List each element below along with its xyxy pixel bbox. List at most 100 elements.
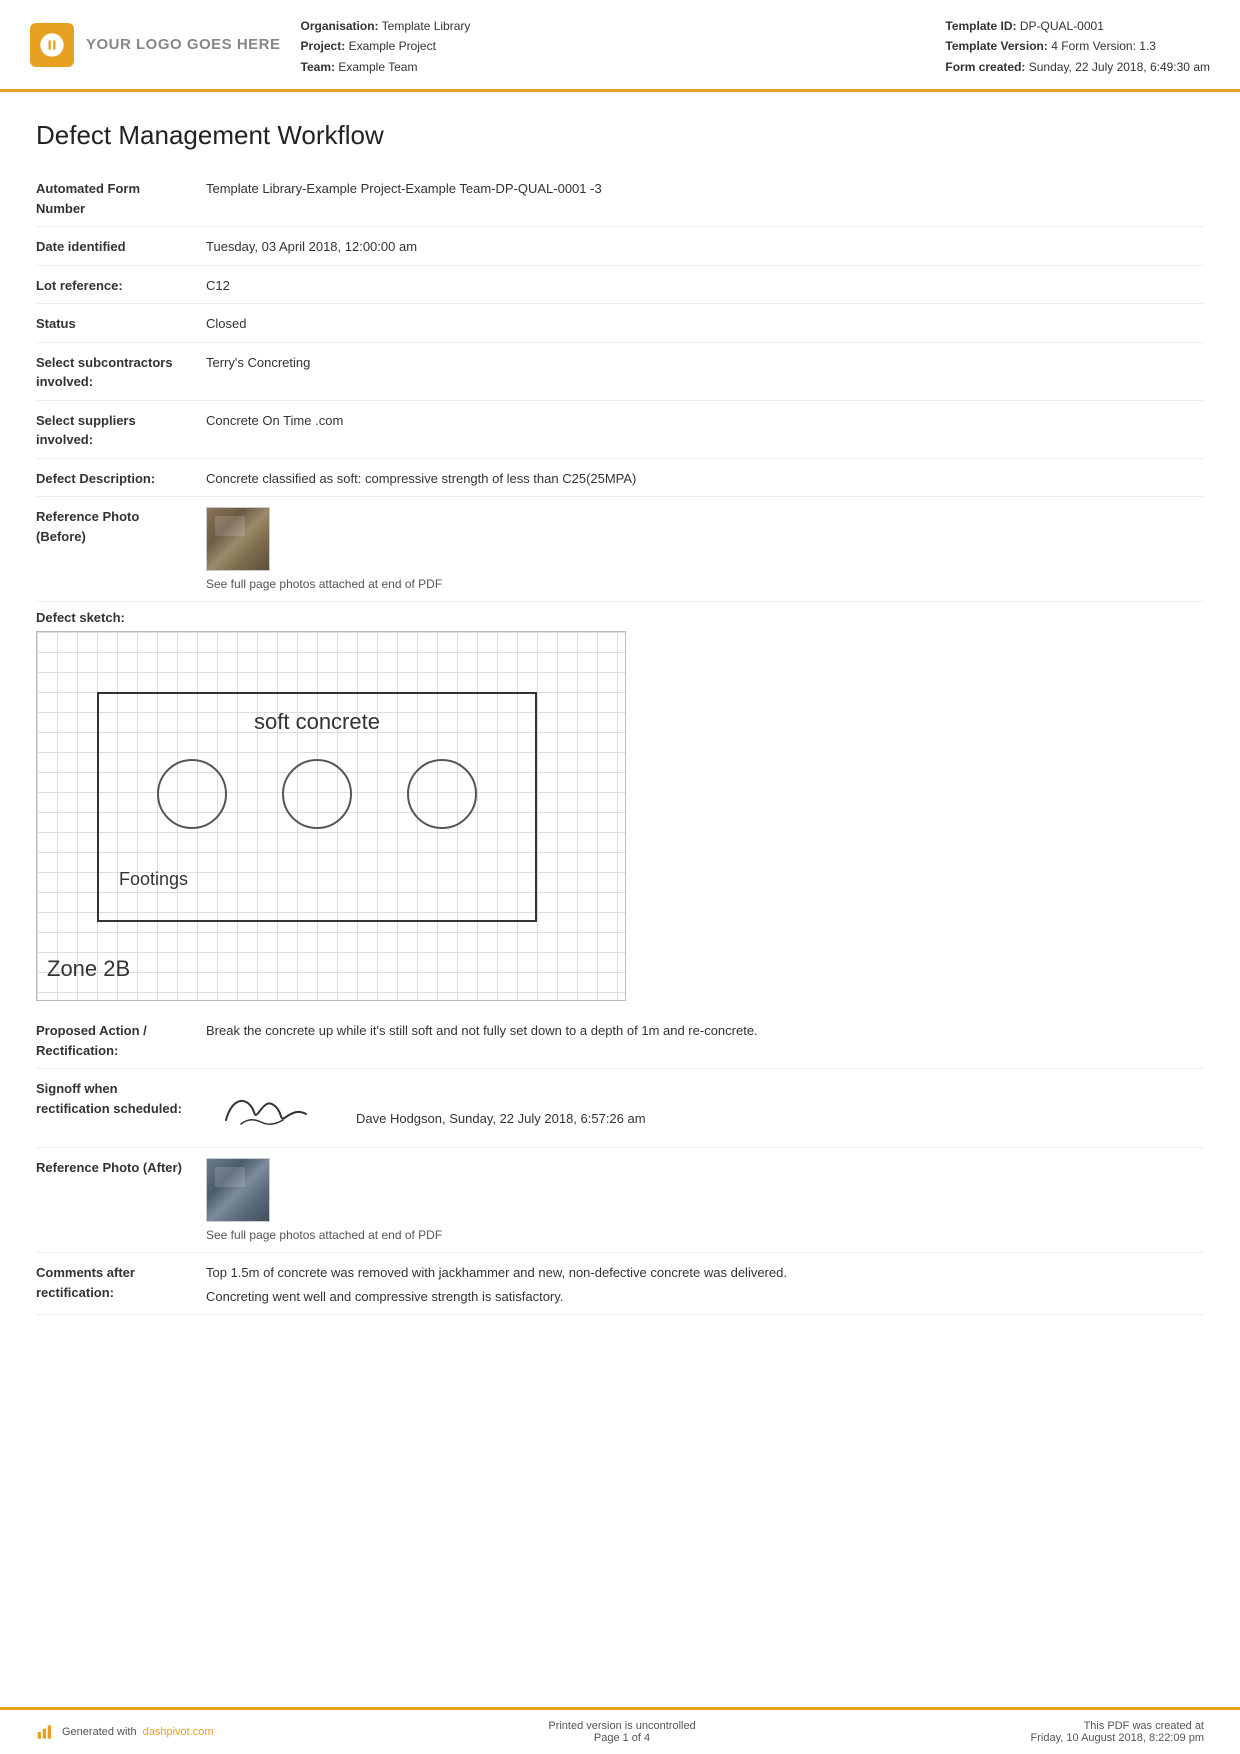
defect-description-value: Concrete classified as soft: compressive… xyxy=(206,467,1204,489)
header-meta-left: Organisation: Template Library Project: … xyxy=(301,16,471,77)
document-title: Defect Management Workflow xyxy=(36,120,1204,151)
automated-form-number-value: Template Library-Example Project-Example… xyxy=(206,177,1204,199)
defect-description-label: Defect Description: xyxy=(36,467,206,489)
sketch-content: soft concrete Footings Zone 2B xyxy=(37,632,625,1000)
header-meta: Organisation: Template Library Project: … xyxy=(301,12,1210,77)
team-line: Team: Example Team xyxy=(301,57,471,77)
field-status: Status Closed xyxy=(36,304,1204,343)
select-subcontractors-value: Terry's Concreting xyxy=(206,351,1204,373)
footer-pdf-created-text: This PDF was created at xyxy=(1031,1720,1204,1732)
reference-photo-after-value: See full page photos attached at end of … xyxy=(206,1156,1204,1244)
signoff-label: Signoff when rectification scheduled: xyxy=(36,1077,206,1118)
form-created-value: Sunday, 22 July 2018, 6:49:30 am xyxy=(1029,60,1210,74)
sketch-canvas: soft concrete Footings Zone 2B xyxy=(36,631,626,1001)
form-version-label: Form Version: xyxy=(1061,39,1136,53)
project-line: Project: Example Project xyxy=(301,36,471,56)
logo-area: YOUR LOGO GOES HERE xyxy=(30,12,281,77)
form-created-line: Form created: Sunday, 22 July 2018, 6:49… xyxy=(945,57,1210,77)
sketch-circle-3 xyxy=(407,759,477,829)
signature-image xyxy=(206,1079,326,1139)
proposed-action-label: Proposed Action / Rectification: xyxy=(36,1019,206,1060)
photo-after-thumbnail xyxy=(206,1158,270,1222)
field-signoff: Signoff when rectification scheduled: Da… xyxy=(36,1069,1204,1148)
proposed-action-value: Break the concrete up while it's still s… xyxy=(206,1019,1204,1041)
status-value: Closed xyxy=(206,312,1204,334)
logo-icon xyxy=(30,23,74,67)
comments-value: Top 1.5m of concrete was removed with ja… xyxy=(206,1261,1204,1306)
org-line: Organisation: Template Library xyxy=(301,16,471,36)
photo-before-caption: See full page photos attached at end of … xyxy=(206,575,1204,593)
org-value: Template Library xyxy=(382,19,471,33)
sketch-circles-row xyxy=(99,759,535,829)
reference-photo-after-label: Reference Photo (After) xyxy=(36,1156,206,1178)
project-value: Example Project xyxy=(349,39,436,53)
photo-after-image xyxy=(207,1159,270,1222)
footer-page-text: Page 1 of 4 xyxy=(548,1732,695,1744)
photo-after-caption: See full page photos attached at end of … xyxy=(206,1226,1204,1244)
select-suppliers-value: Concrete On Time .com xyxy=(206,409,1204,431)
signoff-person: Dave Hodgson, Sunday, 22 July 2018, 6:57… xyxy=(356,1079,646,1129)
template-version-line: Template Version: 4 Form Version: 1.3 xyxy=(945,36,1210,56)
signoff-value: Dave Hodgson, Sunday, 22 July 2018, 6:57… xyxy=(206,1077,1204,1139)
logo-svg xyxy=(38,31,66,59)
logo-text: YOUR LOGO GOES HERE xyxy=(86,36,281,53)
footer-pdf-created-date: Friday, 10 August 2018, 8:22:09 pm xyxy=(1031,1732,1204,1744)
field-lot-reference: Lot reference: C12 xyxy=(36,266,1204,305)
sketch-circle-2 xyxy=(282,759,352,829)
field-comments: Comments after rectification: Top 1.5m o… xyxy=(36,1253,1204,1315)
sketch-footings-text: Footings xyxy=(119,869,188,890)
team-value: Example Team xyxy=(338,60,417,74)
footer-generated-text: Generated with xyxy=(62,1726,137,1738)
defect-sketch-label: Defect sketch: xyxy=(36,610,1204,625)
field-automated-form-number: Automated Form Number Template Library-E… xyxy=(36,169,1204,227)
field-reference-photo-after: Reference Photo (After) See full page ph… xyxy=(36,1148,1204,1253)
defect-sketch-section: Defect sketch: soft concrete Footings xyxy=(36,610,1204,1001)
template-id-label: Template ID: xyxy=(945,19,1016,33)
status-label: Status xyxy=(36,312,206,334)
photo-before-thumbnail xyxy=(206,507,270,571)
header: YOUR LOGO GOES HERE Organisation: Templa… xyxy=(0,0,1240,92)
footer: Generated with dashpivot.com Printed ver… xyxy=(0,1707,1240,1754)
lot-reference-value: C12 xyxy=(206,274,1204,296)
template-version-label: Template Version: xyxy=(945,39,1047,53)
comments-value-1: Top 1.5m of concrete was removed with ja… xyxy=(206,1263,1204,1283)
sketch-soft-concrete-text: soft concrete xyxy=(99,709,535,735)
field-date-identified: Date identified Tuesday, 03 April 2018, … xyxy=(36,227,1204,266)
form-version-value: 1.3 xyxy=(1139,39,1156,53)
comments-label: Comments after rectification: xyxy=(36,1261,206,1302)
project-label: Project: xyxy=(301,39,346,53)
field-select-suppliers: Select suppliers involved: Concrete On T… xyxy=(36,401,1204,459)
footer-uncontrolled-text: Printed version is uncontrolled xyxy=(548,1720,695,1732)
org-label: Organisation: xyxy=(301,19,379,33)
signature-svg xyxy=(211,1082,321,1137)
sketch-zone-text: Zone 2B xyxy=(47,956,130,982)
content: Defect Management Workflow Automated For… xyxy=(0,92,1240,1707)
photo-before-image xyxy=(207,508,270,571)
team-label: Team: xyxy=(301,60,335,74)
automated-form-number-label: Automated Form Number xyxy=(36,177,206,218)
form-created-label: Form created: xyxy=(945,60,1025,74)
lot-reference-label: Lot reference: xyxy=(36,274,206,296)
reference-photo-before-label: Reference Photo (Before) xyxy=(36,505,206,546)
reference-photo-before-value: See full page photos attached at end of … xyxy=(206,505,1204,593)
field-reference-photo-before: Reference Photo (Before) See full page p… xyxy=(36,497,1204,602)
template-id-line: Template ID: DP-QUAL-0001 xyxy=(945,16,1210,36)
footer-center: Printed version is uncontrolled Page 1 o… xyxy=(548,1720,695,1744)
date-identified-label: Date identified xyxy=(36,235,206,257)
template-id-value: DP-QUAL-0001 xyxy=(1020,19,1104,33)
sketch-circle-1 xyxy=(157,759,227,829)
footer-dashpivot-link[interactable]: dashpivot.com xyxy=(143,1726,214,1738)
sketch-inner-rect: soft concrete Footings xyxy=(97,692,537,922)
footer-left: Generated with dashpivot.com xyxy=(36,1722,214,1742)
select-suppliers-label: Select suppliers involved: xyxy=(36,409,206,450)
header-meta-right: Template ID: DP-QUAL-0001 Template Versi… xyxy=(945,16,1210,77)
select-subcontractors-label: Select subcontractors involved: xyxy=(36,351,206,392)
field-proposed-action: Proposed Action / Rectification: Break t… xyxy=(36,1011,1204,1069)
date-identified-value: Tuesday, 03 April 2018, 12:00:00 am xyxy=(206,235,1204,257)
footer-logo-icon xyxy=(36,1722,56,1742)
field-select-subcontractors: Select subcontractors involved: Terry's … xyxy=(36,343,1204,401)
page: YOUR LOGO GOES HERE Organisation: Templa… xyxy=(0,0,1240,1754)
template-version-value: 4 xyxy=(1051,39,1058,53)
footer-right: This PDF was created at Friday, 10 Augus… xyxy=(1031,1720,1204,1744)
comments-value-2: Concreting went well and compressive str… xyxy=(206,1287,1204,1307)
